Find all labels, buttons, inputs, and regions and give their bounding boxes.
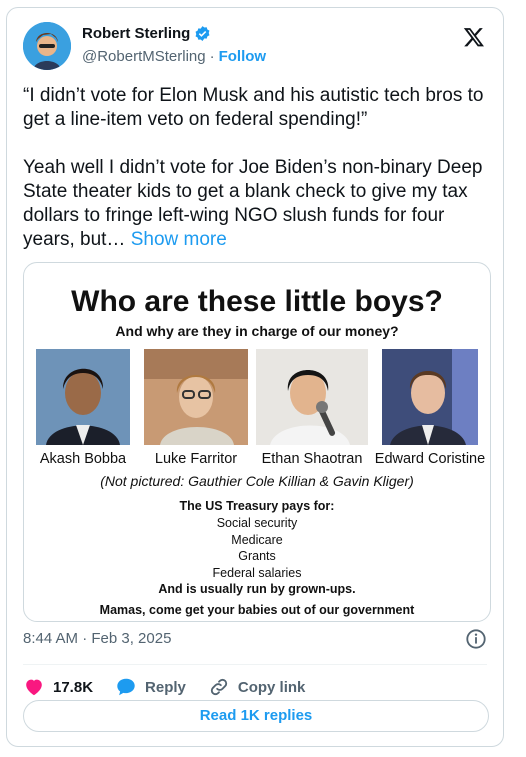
treasury-item: Medicare xyxy=(231,533,283,547)
portrait-photo-1 xyxy=(36,349,130,445)
handle-row: @RobertMSterling · Follow xyxy=(82,48,266,65)
copy-link-label: Copy link xyxy=(237,678,306,696)
verified-badge-icon xyxy=(195,26,210,41)
treasury-item: Grants xyxy=(238,549,276,563)
not-pictured-note: (Not pictured: Gauthier Cole Killian & G… xyxy=(100,473,414,489)
person-name-3: Ethan Shaotran xyxy=(261,451,363,467)
tweet-body: “I didn’t vote for Elon Musk and his aut… xyxy=(23,85,484,250)
reply-button[interactable]: Reply xyxy=(115,676,186,698)
like-count: 17.8K xyxy=(53,678,94,696)
read-replies-button[interactable]: Read 1K replies xyxy=(23,700,489,732)
heart-icon xyxy=(26,679,42,696)
avatar[interactable] xyxy=(23,22,71,70)
author-handle[interactable]: @RobertMSterling xyxy=(82,48,206,65)
tweet-card: Robert Sterling @RobertMSterling · Follo… xyxy=(6,7,504,747)
image-subtitle: And why are they in charge of our money? xyxy=(115,323,399,339)
person-name-1: Akash Bobba xyxy=(39,451,127,467)
show-more-link[interactable]: Show more xyxy=(131,229,227,250)
portrait-photo-4 xyxy=(382,349,478,445)
tweet-text: “I didn’t vote for Elon Musk and his aut… xyxy=(23,84,495,252)
author-name[interactable]: Robert Sterling xyxy=(82,25,190,42)
portrait-photo-2 xyxy=(144,349,248,445)
link-icon xyxy=(210,678,228,696)
grownups-line: And is usually run by grown-ups. xyxy=(158,582,356,596)
separator-dot: · xyxy=(209,48,215,65)
author-name-row: Robert Sterling xyxy=(82,25,211,42)
divider xyxy=(23,664,487,665)
like-button[interactable]: 17.8K xyxy=(23,676,93,698)
person-name-4: Edward Coristine xyxy=(374,451,486,467)
image-title: Who are these little boys? xyxy=(71,285,443,318)
treasury-item: Federal salaries xyxy=(212,566,302,580)
reply-label: Reply xyxy=(145,678,186,696)
x-logo-icon[interactable] xyxy=(463,26,485,48)
portrait-photo-3 xyxy=(256,349,368,445)
follow-button[interactable]: Follow xyxy=(219,48,267,65)
treasury-item: Social security xyxy=(216,516,298,530)
tweet-image[interactable]: Who are these little boys? And why are t… xyxy=(23,262,491,622)
person-name-2: Luke Farritor xyxy=(154,451,238,467)
info-icon[interactable] xyxy=(465,628,487,650)
copy-link-button[interactable]: Copy link xyxy=(208,676,306,698)
image-footer: Mamas, come get your babies out of our g… xyxy=(99,603,415,617)
reply-bubble-icon xyxy=(117,678,135,696)
action-bar: 17.8K Reply Copy link xyxy=(23,671,327,703)
tweet-timestamp[interactable]: 8:44 AM · Feb 3, 2025 xyxy=(23,630,171,647)
treasury-heading: The US Treasury pays for: xyxy=(179,499,335,513)
